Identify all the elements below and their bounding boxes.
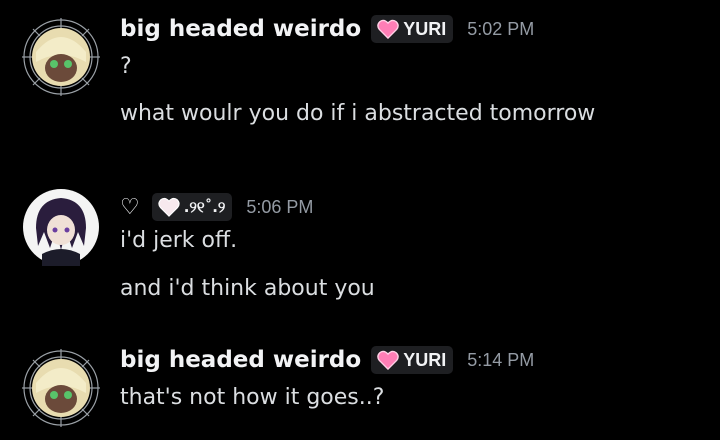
avatar-image-icon [22, 18, 100, 96]
server-tag[interactable]: YURI [371, 346, 454, 374]
message-header: big headed weirdo YURI 5:02 PM [120, 12, 710, 46]
message-text: and i'd think about you [120, 276, 375, 301]
username[interactable]: big headed weirdo [120, 347, 361, 373]
server-tag-label: YURI [403, 18, 447, 39]
avatar-image-icon [23, 189, 99, 266]
message-text: i'd jerk off. [120, 228, 238, 253]
message-1: big headed weirdo YURI 5:02 PM ? what wo… [0, 12, 720, 162]
username[interactable]: big headed weirdo [120, 16, 361, 42]
server-tag-label: .୨୧˚.୨ [183, 198, 226, 216]
message-3: big headed weirdo YURI 5:14 PM that's no… [0, 343, 720, 440]
message-header: big headed weirdo YURI 5:14 PM [120, 343, 710, 377]
timestamp: 5:06 PM [246, 196, 314, 217]
server-tag[interactable]: YURI [371, 15, 454, 43]
avatar[interactable] [22, 18, 100, 96]
avatar[interactable] [22, 349, 100, 427]
server-tag-label: YURI [403, 349, 447, 370]
pink-heart-icon [377, 19, 399, 39]
server-tag[interactable]: .୨୧˚.୨ [151, 193, 233, 221]
message-text: that's not how it goes..? [120, 385, 385, 410]
white-heart-icon [158, 197, 180, 217]
message-header: ♡ .୨୧˚.୨ 5:06 PM [120, 190, 710, 224]
username[interactable]: ♡ [120, 195, 140, 220]
timestamp: 5:14 PM [467, 349, 535, 370]
message-text: ? [120, 54, 132, 79]
avatar-image-icon [22, 349, 100, 427]
timestamp: 5:02 PM [467, 18, 535, 39]
message-text: what woulr you do if i abstracted tomorr… [120, 101, 596, 126]
pink-heart-icon [377, 350, 399, 370]
avatar[interactable] [22, 188, 100, 266]
message-2: ♡ .୨୧˚.୨ 5:06 PM i'd jerk off. and i'd t… [0, 188, 720, 320]
